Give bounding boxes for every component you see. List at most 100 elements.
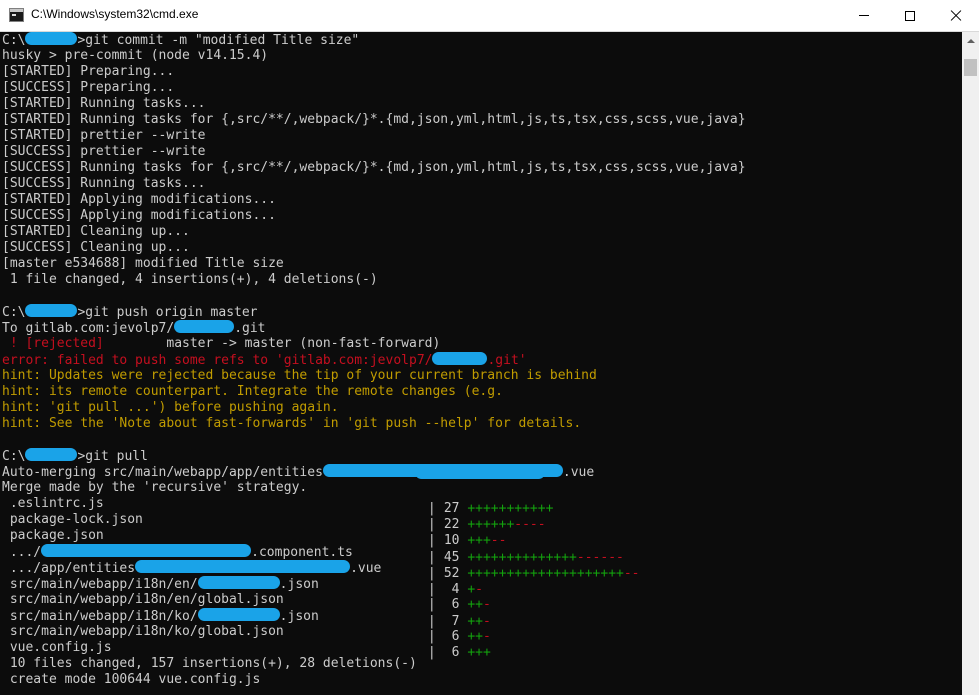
cmd-window: C:\Windows\system32\cmd.exe C:\ >git comm… bbox=[0, 0, 979, 695]
prompt-drive: C:\ bbox=[2, 449, 26, 464]
diffstat-separator: | bbox=[420, 645, 444, 660]
insertions-bar: ++++++++++++++++++++ bbox=[467, 566, 624, 581]
window-title: C:\Windows\system32\cmd.exe bbox=[31, 7, 199, 21]
console-line: hint: its remote counterpart. Integrate … bbox=[2, 384, 503, 399]
line-text: .vue bbox=[562, 465, 595, 480]
console-line: [STARTED] Applying modifications... bbox=[2, 192, 276, 207]
vertical-scrollbar[interactable] bbox=[962, 32, 979, 695]
console-output[interactable]: C:\ >git commit -m "modified Title size" h… bbox=[0, 32, 962, 695]
file-path: .../app/entities bbox=[2, 561, 136, 576]
console-line: [SUCCESS] Cleaning up... bbox=[2, 240, 190, 255]
change-count: 6 bbox=[451, 645, 460, 660]
console-line: hint: 'git pull ...') before pushing aga… bbox=[2, 400, 339, 415]
file-path: src/main/webapp/i18n/en/global.json bbox=[2, 592, 284, 607]
diffstat-file: src/main/webapp/i18n/ko/ .json bbox=[2, 608, 420, 625]
diffstat-file: .../ .component.ts bbox=[2, 544, 420, 561]
file-path: package.json bbox=[2, 528, 104, 543]
line-text: .git' bbox=[487, 353, 527, 368]
diffstat-file: package-lock.json bbox=[2, 512, 420, 528]
redaction-mark bbox=[415, 466, 545, 479]
scroll-thumb[interactable] bbox=[964, 59, 977, 76]
insertions-bar: +++ bbox=[467, 645, 491, 660]
diffstat-line: package.json | 10 +++-- bbox=[2, 528, 507, 548]
rejected-line: ! [rejected] master -> master (non-fast-… bbox=[2, 336, 440, 352]
file-path: src/main/webapp/i18n/en/ bbox=[2, 577, 198, 592]
redaction-mark bbox=[432, 352, 488, 365]
cmd-icon[interactable] bbox=[9, 8, 24, 22]
diffstat-line: .eslintrc.js | 27 +++++++++++ bbox=[2, 496, 554, 516]
minimize-button[interactable] bbox=[841, 0, 887, 31]
console-line: [SUCCESS] prettier --write bbox=[2, 144, 206, 159]
close-button[interactable] bbox=[933, 0, 979, 31]
console-line: [SUCCESS] Applying modifications... bbox=[2, 208, 276, 223]
console-line: Merge made by the 'recursive' strategy. bbox=[2, 480, 308, 495]
title-bar[interactable]: C:\Windows\system32\cmd.exe bbox=[0, 0, 979, 32]
console-line: [master e534688] modified Title size bbox=[2, 256, 284, 271]
file-path: package-lock.json bbox=[2, 512, 143, 527]
file-path: vue.config.js bbox=[2, 640, 112, 655]
console-line: husky > pre-commit (node v14.15.4) bbox=[2, 48, 269, 63]
console-line: create mode 100644 vue.config.js bbox=[2, 672, 261, 687]
redaction-mark bbox=[197, 608, 280, 621]
diffstat-file: src/main/webapp/i18n/en/global.json bbox=[2, 592, 420, 608]
prompt-drive: C:\ bbox=[2, 33, 26, 48]
console-line: hint: Updates were rejected because the … bbox=[2, 368, 597, 383]
diffstat-line: .../app/entities .vue | 52 ++++++++++++++… bbox=[2, 560, 640, 581]
minimize-icon bbox=[859, 15, 869, 16]
diffstat-line: src/main/webapp/i18n/en/global.json | 6 … bbox=[2, 592, 491, 612]
redaction-mark bbox=[25, 448, 78, 461]
console-line: [STARTED] Cleaning up... bbox=[2, 224, 190, 239]
console-line: 1 file changed, 4 insertions(+), 4 delet… bbox=[2, 272, 378, 287]
console-line: hint: See the 'Note about fast-forwards'… bbox=[2, 416, 582, 431]
redaction-mark bbox=[25, 304, 78, 317]
diffstat-line: vue.config.js | 6 +++ bbox=[2, 640, 491, 660]
file-path: src/main/webapp/i18n/ko/global.json bbox=[2, 624, 284, 639]
maximize-icon bbox=[905, 10, 915, 21]
redaction-mark bbox=[174, 320, 235, 333]
console-line: [SUCCESS] Preparing... bbox=[2, 80, 175, 95]
redaction-mark bbox=[25, 32, 78, 45]
command-text: >git commit -m "modified Title size" bbox=[77, 33, 360, 48]
line-text: Auto-merging src/main/webapp/app/entitie… bbox=[2, 465, 323, 480]
diffstat-line: src/main/webapp/i18n/ko/global.json | 6 … bbox=[2, 624, 491, 644]
file-path: .../ bbox=[2, 545, 42, 560]
maximize-button[interactable] bbox=[887, 0, 933, 31]
file-path: .json bbox=[279, 577, 319, 592]
console-line: [STARTED] Running tasks for {,src/**/,we… bbox=[2, 112, 746, 127]
diffstat-line: package-lock.json | 22 ++++++---- bbox=[2, 512, 546, 532]
diffstat-file: package.json bbox=[2, 528, 420, 544]
redaction-mark bbox=[135, 560, 351, 573]
diffstat-line: src/main/webapp/i18n/ko/.json | 7 ++- bbox=[2, 608, 491, 629]
file-path: .vue bbox=[350, 561, 382, 576]
diffstat-file: vue.config.js bbox=[2, 640, 420, 656]
command-text: >git pull bbox=[77, 449, 148, 464]
diffstat-line: src/main/webapp/i18n/en/.json | 4 +- bbox=[2, 576, 483, 597]
console-line: To gitlab.com:jevolp7/ .git bbox=[2, 320, 266, 336]
file-path: .json bbox=[279, 609, 319, 624]
deletions-bar: ---- bbox=[514, 517, 546, 532]
diffstat-line: .../.component.ts | 45 ++++++++++++++---… bbox=[2, 544, 624, 565]
close-icon bbox=[950, 10, 962, 22]
command-text: >git push origin master bbox=[77, 305, 258, 320]
console-line: [SUCCESS] Running tasks for {,src/**/,we… bbox=[2, 160, 746, 175]
prompt-drive: C:\ bbox=[2, 305, 26, 320]
console-line: error: failed to push some refs to 'gitl… bbox=[2, 352, 527, 368]
console-line: [STARTED] prettier --write bbox=[2, 128, 206, 143]
command-prompt-line: C:\ >git pull bbox=[2, 448, 148, 464]
scroll-up-arrow-icon[interactable] bbox=[962, 32, 979, 49]
command-prompt-line: C:\ >git push origin master bbox=[2, 304, 258, 320]
command-prompt-line: C:\ >git commit -m "modified Title size" bbox=[2, 32, 359, 48]
deletions-bar: -- bbox=[623, 566, 640, 581]
diffstat-file: src/main/webapp/i18n/en/ .json bbox=[2, 576, 420, 593]
diffstat-file: src/main/webapp/i18n/ko/global.json bbox=[2, 624, 420, 640]
file-path: .component.ts bbox=[251, 545, 353, 560]
line-text: To gitlab.com:jevolp7/ bbox=[2, 321, 175, 336]
line-text: .git bbox=[234, 321, 266, 336]
diffstat-file: .../app/entities .vue bbox=[2, 560, 420, 577]
console-line: 10 files changed, 157 insertions(+), 28 … bbox=[2, 656, 417, 671]
console-line: [SUCCESS] Running tasks... bbox=[2, 176, 206, 191]
redaction-mark bbox=[41, 544, 252, 557]
console-line: [STARTED] Running tasks... bbox=[2, 96, 206, 111]
diffstat-file: .eslintrc.js bbox=[2, 496, 420, 512]
redaction-mark bbox=[197, 576, 280, 589]
